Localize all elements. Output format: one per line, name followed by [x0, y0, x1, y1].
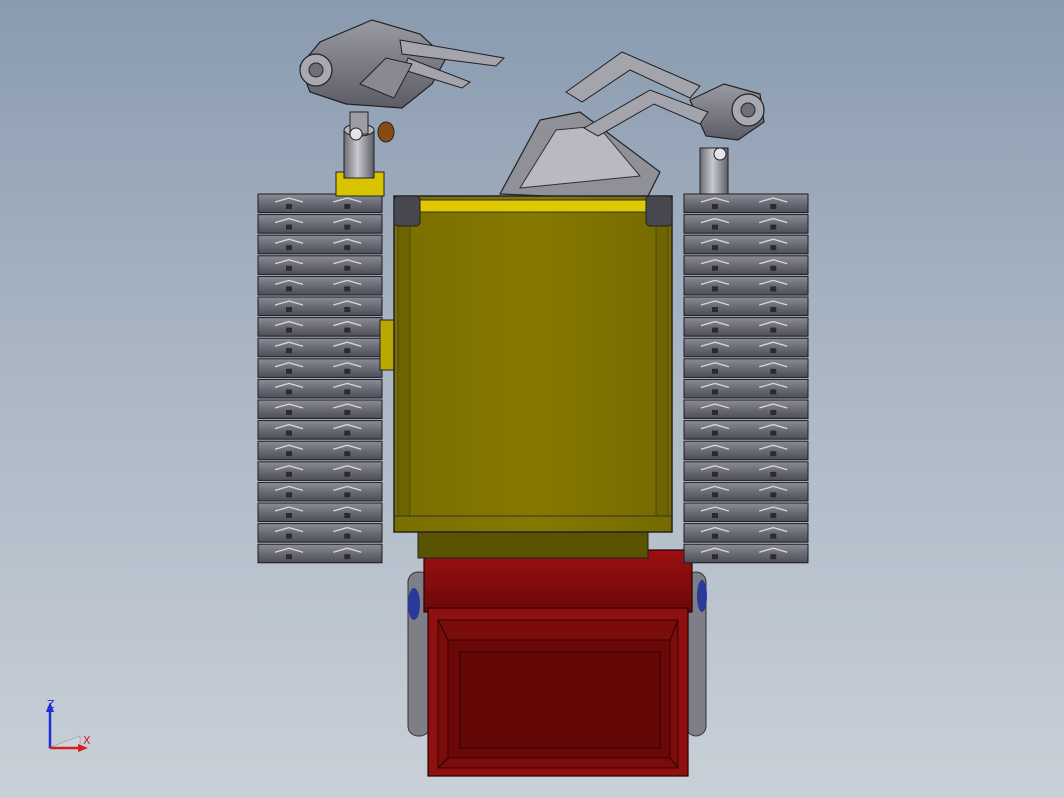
- track-link: [683, 440, 809, 461]
- track-link: [683, 296, 809, 317]
- track-link: [257, 502, 383, 523]
- track-link: [257, 317, 383, 337]
- track-link: [257, 337, 383, 358]
- track-link: [683, 502, 809, 523]
- track-link: [257, 420, 383, 440]
- track-link: [683, 358, 809, 378]
- track-link: [683, 481, 809, 502]
- track-link: [257, 275, 383, 296]
- track-link: [683, 337, 809, 358]
- track-link: [257, 255, 383, 275]
- left-arm[interactable]: [299, 19, 506, 197]
- track-link: [683, 543, 809, 564]
- z-axis-label: Z: [47, 698, 55, 711]
- left-track[interactable]: [257, 193, 383, 564]
- track-link: [683, 214, 809, 234]
- track-link: [257, 296, 383, 317]
- track-link: [683, 420, 809, 440]
- track-link: [257, 358, 383, 378]
- track-link: [683, 275, 809, 296]
- track-link: [683, 193, 809, 214]
- track-link: [683, 317, 809, 337]
- track-link: [683, 234, 809, 255]
- track-link: [257, 234, 383, 255]
- cad-viewport[interactable]: Z X: [0, 0, 1064, 798]
- track-link: [257, 461, 383, 481]
- robot-model[interactable]: [0, 0, 1064, 798]
- track-link: [257, 440, 383, 461]
- neck-head[interactable]: [499, 111, 661, 201]
- track-link: [257, 481, 383, 502]
- track-link: [257, 523, 383, 543]
- track-link: [683, 255, 809, 275]
- track-link: [257, 214, 383, 234]
- track-link: [257, 193, 383, 214]
- yellow-body[interactable]: [379, 195, 673, 559]
- right-track[interactable]: [683, 193, 809, 564]
- x-axis-label: X: [83, 734, 91, 747]
- track-link: [257, 543, 383, 564]
- track-link: [257, 399, 383, 420]
- track-link: [683, 399, 809, 420]
- track-link: [683, 461, 809, 481]
- red-base[interactable]: [407, 549, 707, 777]
- track-link: [683, 523, 809, 543]
- track-link: [257, 378, 383, 399]
- track-link: [683, 378, 809, 399]
